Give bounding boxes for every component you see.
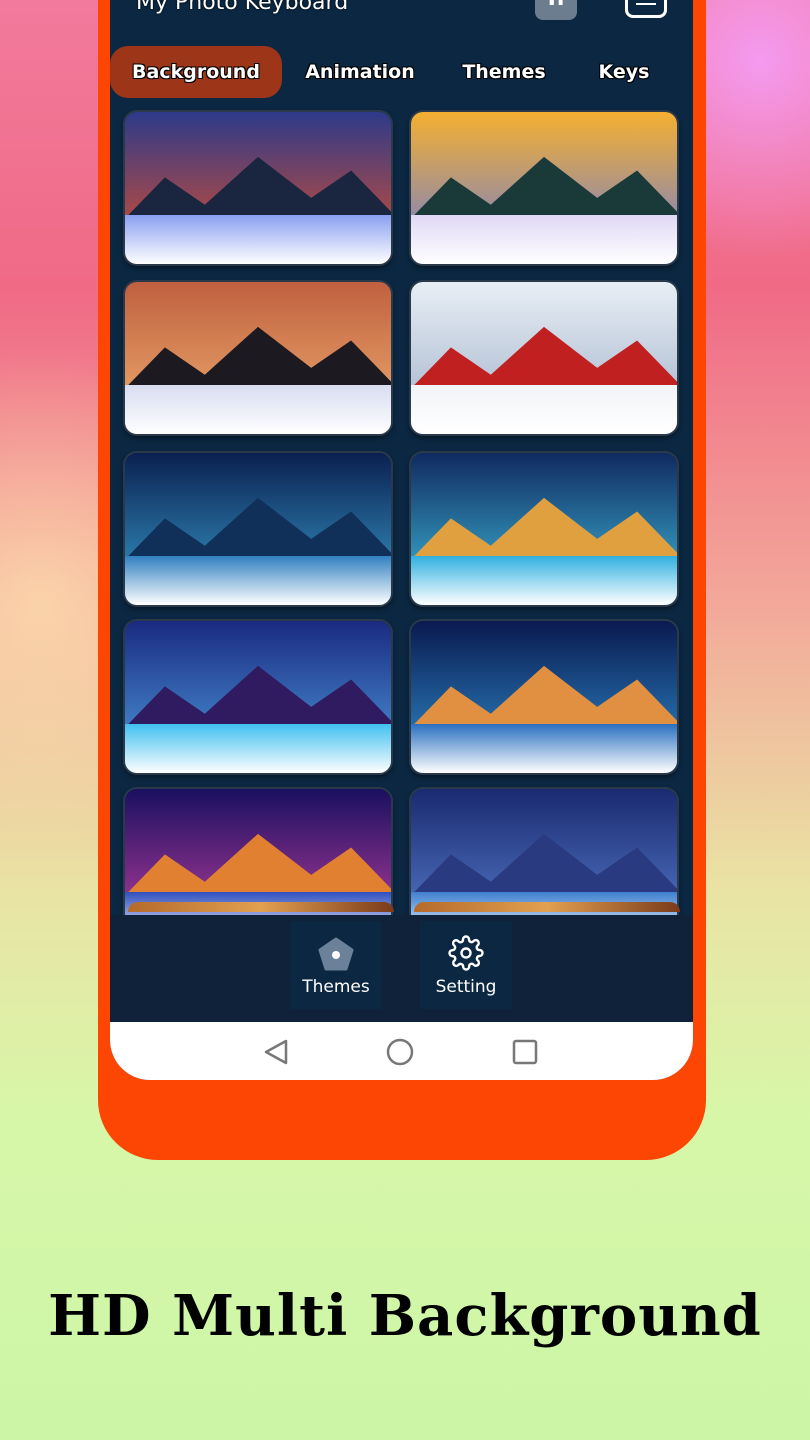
nav-setting-label: Setting xyxy=(435,977,497,997)
tab-themes[interactable]: Themes xyxy=(452,46,556,98)
font-icon[interactable]: Tr xyxy=(535,0,577,20)
wallpaper-thumbnail-partial[interactable] xyxy=(414,902,680,912)
system-nav-bar xyxy=(110,1022,693,1080)
wallpaper-thumbnail[interactable] xyxy=(125,282,391,434)
wallpaper-thumbnail-partial[interactable] xyxy=(128,902,394,912)
pentagon-icon xyxy=(318,937,354,971)
phone-frame: My Photo Keyboard Tr Background Animatio… xyxy=(98,0,706,1160)
nav-themes[interactable]: Themes xyxy=(290,921,382,1009)
wallpaper-thumbnail[interactable] xyxy=(411,282,677,434)
nav-themes-label: Themes xyxy=(302,977,370,997)
wallpaper-thumbnail[interactable] xyxy=(411,621,677,773)
promo-caption: HD Multi Background xyxy=(48,1283,762,1349)
gear-icon xyxy=(448,935,484,971)
app-title: My Photo Keyboard xyxy=(136,0,349,15)
app-screen: My Photo Keyboard Tr Background Animatio… xyxy=(110,0,693,1080)
tab-animation[interactable]: Animation xyxy=(302,46,418,98)
wallpaper-thumbnail[interactable] xyxy=(125,112,391,264)
back-icon[interactable] xyxy=(262,1038,290,1066)
menu-icon[interactable] xyxy=(625,0,667,18)
wallpaper-thumbnail[interactable] xyxy=(411,453,677,605)
wallpaper-thumbnail[interactable] xyxy=(125,453,391,605)
bottom-navigation: Themes Setting xyxy=(110,915,693,1022)
tab-bar: Background Animation Themes Keys xyxy=(110,46,693,100)
wallpaper-thumbnail[interactable] xyxy=(125,621,391,773)
nav-setting[interactable]: Setting xyxy=(420,921,512,1009)
tab-background[interactable]: Background xyxy=(110,46,282,98)
wallpaper-thumbnail[interactable] xyxy=(411,112,677,264)
tab-keys[interactable]: Keys xyxy=(586,46,662,98)
recents-icon[interactable] xyxy=(511,1038,539,1066)
home-icon[interactable] xyxy=(386,1038,414,1066)
